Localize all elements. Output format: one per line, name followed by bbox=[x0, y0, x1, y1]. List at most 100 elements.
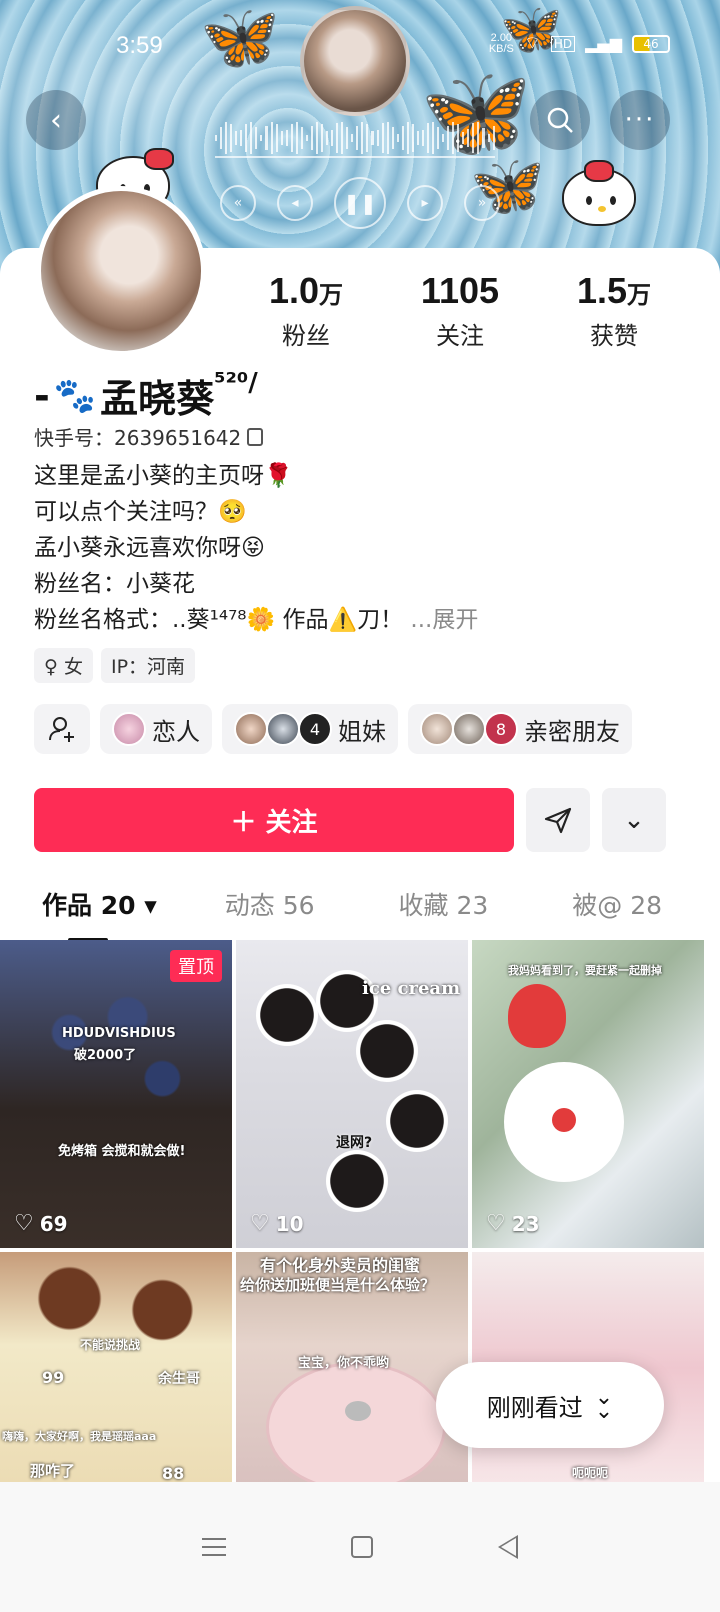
post-thumbnail[interactable]: 不能说挑战 99 余生哥 嗨嗨，大家好啊，我是瑶瑶aaa 那咋了 88 bbox=[0, 1252, 232, 1484]
tab-mentions[interactable]: 被@ 28 bbox=[572, 880, 662, 928]
tab-moments[interactable]: 动态 56 bbox=[225, 880, 315, 928]
profile-stats: 1.0万 粉丝 1105 关注 1.5万 获赞 bbox=[230, 270, 690, 351]
status-time: 3:59 bbox=[116, 32, 163, 59]
waveform-bar bbox=[406, 122, 409, 154]
heart-icon: ♡ bbox=[486, 1211, 506, 1236]
waveform-bar bbox=[305, 134, 308, 142]
waveform-bar bbox=[437, 127, 440, 149]
avatar bbox=[452, 712, 486, 746]
waveform-bar bbox=[346, 127, 349, 149]
post-thumbnail[interactable]: 有个化身外卖员的闺蜜 给你送加班便当是什么体验？ 宝宝，你不乖哟 bbox=[236, 1252, 468, 1484]
relation-sisters[interactable]: 4 姐妹 bbox=[222, 704, 398, 754]
waveform-bar bbox=[426, 123, 430, 153]
tab-works[interactable]: 作品 20 ▾ bbox=[42, 880, 157, 942]
cooking-pot-image bbox=[266, 1362, 446, 1484]
waveform-bar bbox=[432, 122, 435, 154]
waveform-bar bbox=[255, 126, 258, 150]
waveform-bar bbox=[381, 123, 384, 153]
stat-likes[interactable]: 1.5万 获赞 bbox=[577, 270, 651, 351]
more-options-button[interactable]: ⌄ bbox=[602, 788, 666, 852]
waveform-bar bbox=[310, 126, 313, 150]
back-triangle-icon[interactable] bbox=[497, 1535, 518, 1559]
audio-progress[interactable] bbox=[215, 156, 495, 158]
next-button[interactable]: ▸ bbox=[407, 185, 443, 221]
avatar bbox=[234, 712, 268, 746]
system-nav-bar bbox=[0, 1482, 720, 1612]
post-thumbnail[interactable]: 我妈妈看到了，要赶紧一起删掉 ♡ 23 bbox=[472, 940, 704, 1248]
waveform-bar bbox=[447, 125, 450, 151]
avatar[interactable] bbox=[36, 186, 206, 356]
more-button[interactable]: ··· bbox=[610, 90, 670, 150]
waveform-bar bbox=[320, 124, 324, 152]
share-button[interactable] bbox=[526, 788, 590, 852]
previous-button[interactable]: ◂ bbox=[277, 185, 313, 221]
waveform-bar bbox=[285, 130, 288, 146]
recently-viewed-button[interactable]: 刚刚看过 ⌄ ⌄ bbox=[436, 1362, 664, 1448]
waveform-bar bbox=[280, 130, 283, 146]
wifi-icon: ⌔ bbox=[523, 33, 541, 54]
waveform-bar bbox=[230, 123, 233, 153]
waveform-bar bbox=[260, 134, 263, 142]
waveform-bar bbox=[462, 131, 465, 145]
stat-following[interactable]: 1105 关注 bbox=[421, 270, 499, 351]
avatar bbox=[266, 712, 300, 746]
relation-close-friends[interactable]: 8 亲密朋友 bbox=[408, 704, 632, 754]
add-relation-button[interactable] bbox=[34, 704, 90, 754]
stat-fans[interactable]: 1.0万 粉丝 bbox=[269, 270, 343, 351]
fast-forward-button[interactable]: » bbox=[464, 185, 500, 221]
oreo-image bbox=[326, 1150, 388, 1212]
post-thumbnail[interactable]: 置顶 HDUDVISHDIUS 破2000了 免烤箱 会搅和就会做! ♡ 69 bbox=[0, 940, 232, 1248]
waveform-bar bbox=[477, 122, 480, 154]
copy-icon[interactable] bbox=[247, 423, 269, 446]
user-id: 快手号：2639651642 bbox=[34, 422, 269, 451]
relations-row: 恋人 4 姐妹 8 亲密朋友 bbox=[34, 704, 632, 754]
relation-lover[interactable]: 恋人 bbox=[100, 704, 212, 754]
oreo-image bbox=[386, 1090, 448, 1152]
post-thumbnail[interactable]: ice cream 退网? ♡ 10 bbox=[236, 940, 468, 1248]
net-speed: 2.00 KB/S bbox=[488, 31, 514, 55]
paw-icon: 🐾 bbox=[53, 375, 97, 416]
waveform-bar bbox=[391, 127, 394, 149]
profile-bio[interactable]: 这里是孟小葵的主页呀🌹 可以点个关注吗？🥺 孟小葵永远喜欢你呀😝 粉丝名：小葵花… bbox=[34, 458, 478, 638]
follow-button[interactable]: ＋ 关注 bbox=[34, 788, 514, 852]
profile-tags: ♀ 女 IP：河南 bbox=[34, 648, 196, 683]
avatar-count: 8 bbox=[484, 712, 518, 746]
content-tabs: 作品 20 ▾ 动态 56 收藏 23 被@ 28 bbox=[0, 880, 720, 942]
tab-favorites[interactable]: 收藏 23 bbox=[399, 880, 489, 928]
oreo-image bbox=[356, 1020, 418, 1082]
rewind-button[interactable]: « bbox=[220, 185, 256, 221]
waveform-bar bbox=[467, 129, 470, 147]
waveform-bar bbox=[270, 122, 273, 154]
signal-icon: ▂▄▆ bbox=[585, 34, 622, 53]
hello-kitty-sticker bbox=[562, 160, 636, 226]
waveform-bar bbox=[356, 126, 359, 150]
player-controls: « ◂ ❚❚ ▸ » bbox=[220, 177, 500, 229]
like-count: ♡ 69 bbox=[14, 1211, 68, 1236]
heart-icon: ♡ bbox=[250, 1211, 270, 1236]
search-button[interactable] bbox=[530, 90, 590, 150]
hd-icon: HD bbox=[550, 35, 576, 52]
back-button[interactable]: ‹ bbox=[26, 90, 86, 150]
strawberry-sticker bbox=[508, 984, 566, 1048]
waveform-bar bbox=[482, 127, 485, 149]
add-user-icon bbox=[49, 717, 74, 742]
more-dots-icon: ··· bbox=[624, 105, 656, 135]
waveform-bar bbox=[411, 124, 414, 152]
waveform-bar bbox=[290, 123, 293, 153]
ip-location-tag: IP：河南 bbox=[100, 648, 196, 683]
like-count: ♡ 10 bbox=[250, 1211, 304, 1236]
menu-icon[interactable] bbox=[202, 1538, 227, 1556]
waveform-bar bbox=[472, 123, 475, 153]
home-icon[interactable] bbox=[350, 1536, 373, 1558]
profile-name: - 🐾 孟晓葵 ⁵²⁰/ bbox=[34, 368, 258, 421]
expand-bio-link[interactable]: ...展开 bbox=[410, 607, 478, 633]
waveform-bar bbox=[401, 125, 404, 151]
waveform-bar bbox=[245, 123, 248, 153]
waveform-bar bbox=[240, 130, 243, 146]
chevron-down-icon: ⌄ bbox=[623, 805, 645, 835]
like-count: ♡ 23 bbox=[486, 1211, 540, 1236]
pause-button[interactable]: ❚❚ bbox=[334, 177, 386, 229]
waveform-bar bbox=[487, 133, 490, 143]
avatar-count: 4 bbox=[298, 712, 332, 746]
waveform-bar bbox=[250, 122, 253, 154]
